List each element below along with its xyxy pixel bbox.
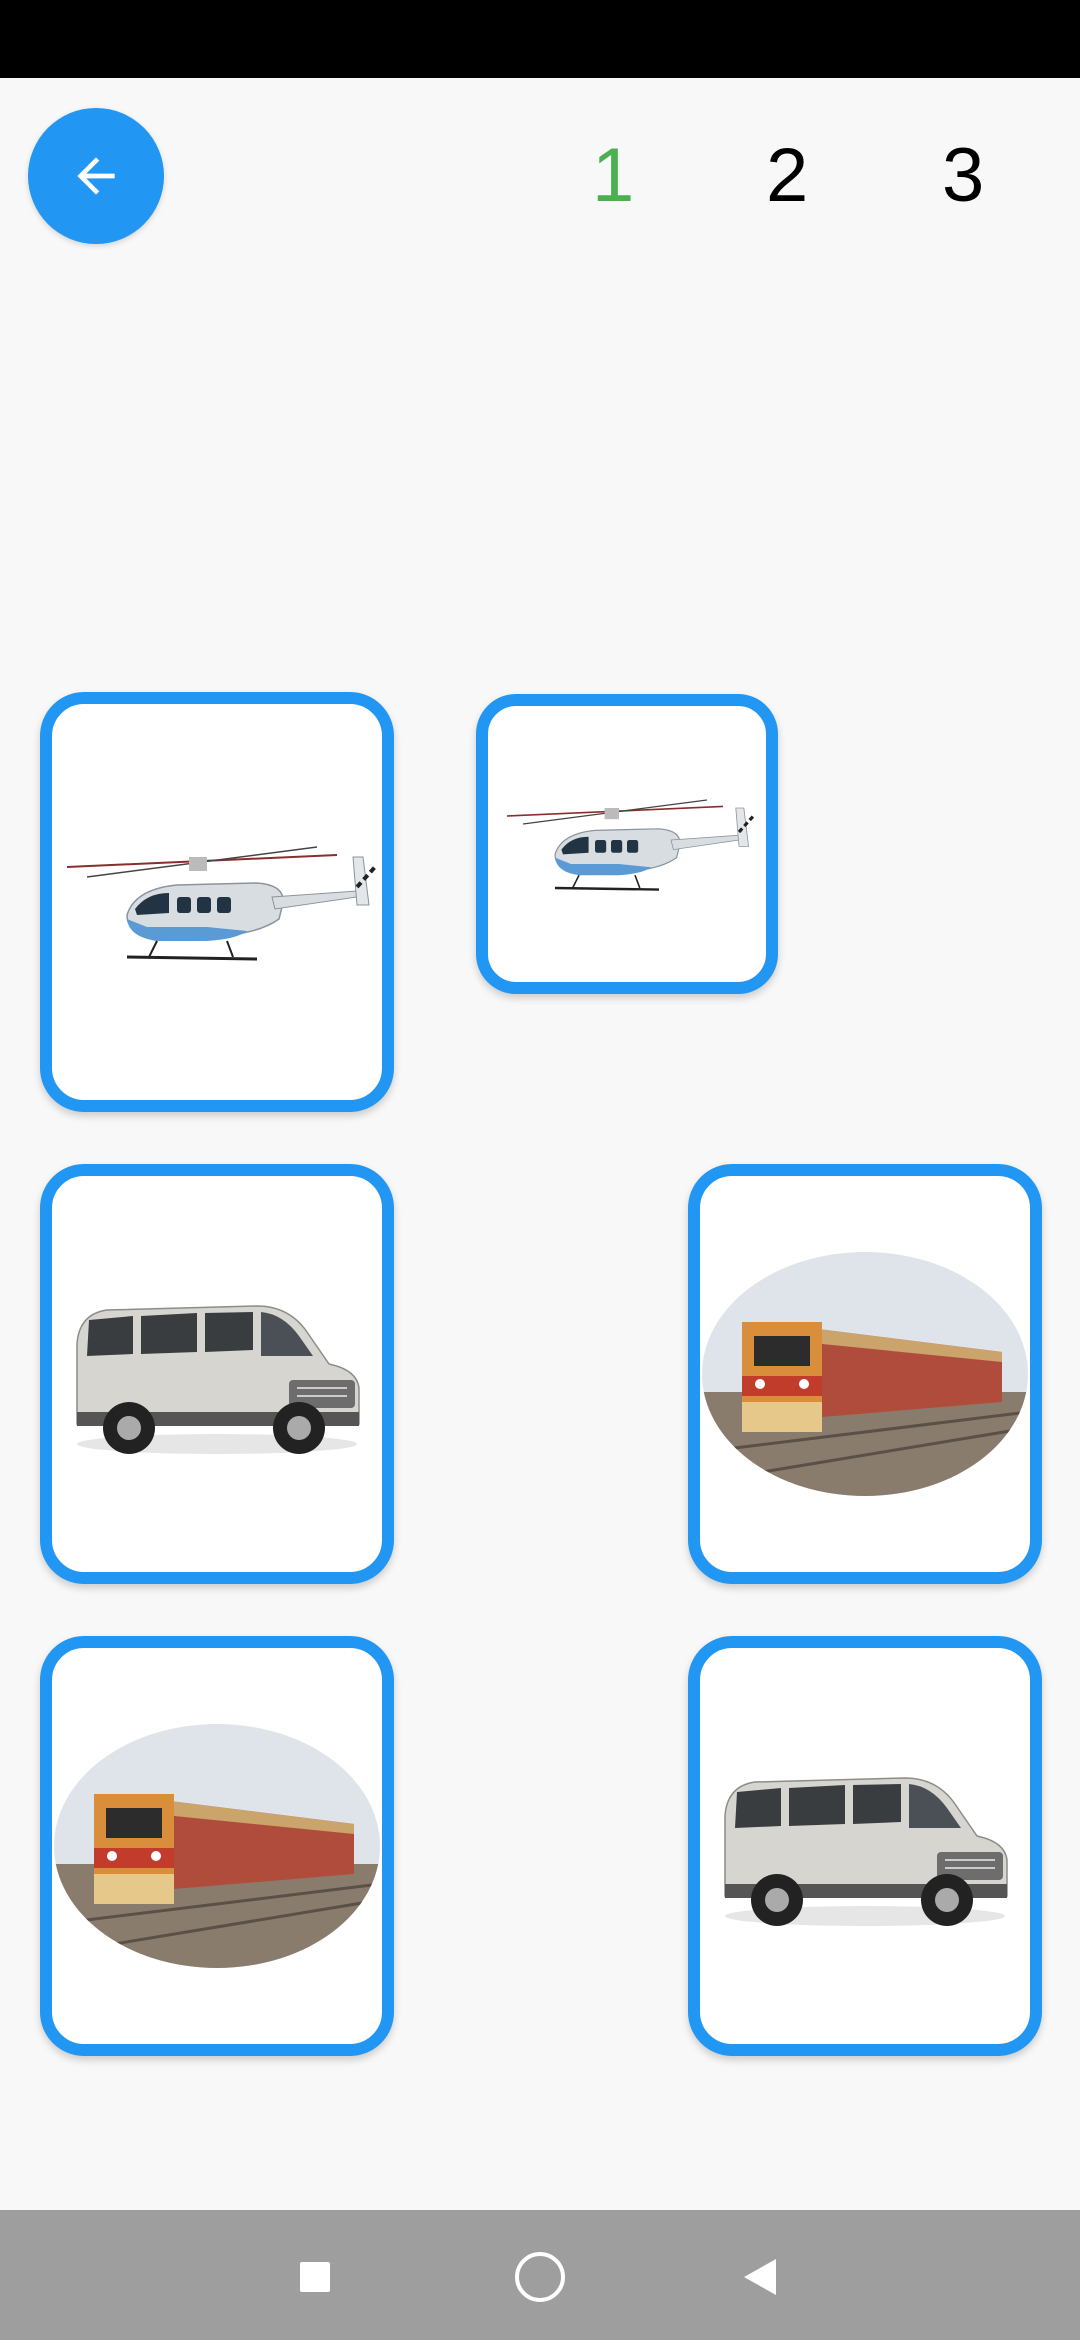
memory-card[interactable] [688,1636,1042,2056]
level-1-tab[interactable]: 1 [592,128,634,224]
memory-card[interactable] [40,1636,394,2056]
memory-card[interactable] [40,692,394,1112]
recents-button[interactable] [280,2242,350,2312]
memory-card[interactable] [476,694,778,994]
back-button[interactable] [28,108,164,244]
system-nav-bar [0,2210,1080,2340]
van-image [724,1777,1008,1926]
triangle-back-icon [744,2259,776,2295]
helicopter-image [66,846,377,961]
home-button[interactable] [505,2242,575,2312]
helicopter-image [506,799,755,891]
system-back-button[interactable] [725,2242,795,2312]
van-image [76,1305,360,1454]
memory-card[interactable] [688,1164,1042,1584]
level-2-tab[interactable]: 2 [766,128,808,224]
status-bar [0,0,1080,78]
circle-icon [515,2252,565,2302]
train-image [702,1252,1028,1496]
level-3-tab[interactable]: 3 [942,128,984,224]
train-image [54,1724,380,1968]
memory-card[interactable] [40,1164,394,1584]
arrow-left-icon [77,157,115,195]
square-icon [300,2262,330,2292]
